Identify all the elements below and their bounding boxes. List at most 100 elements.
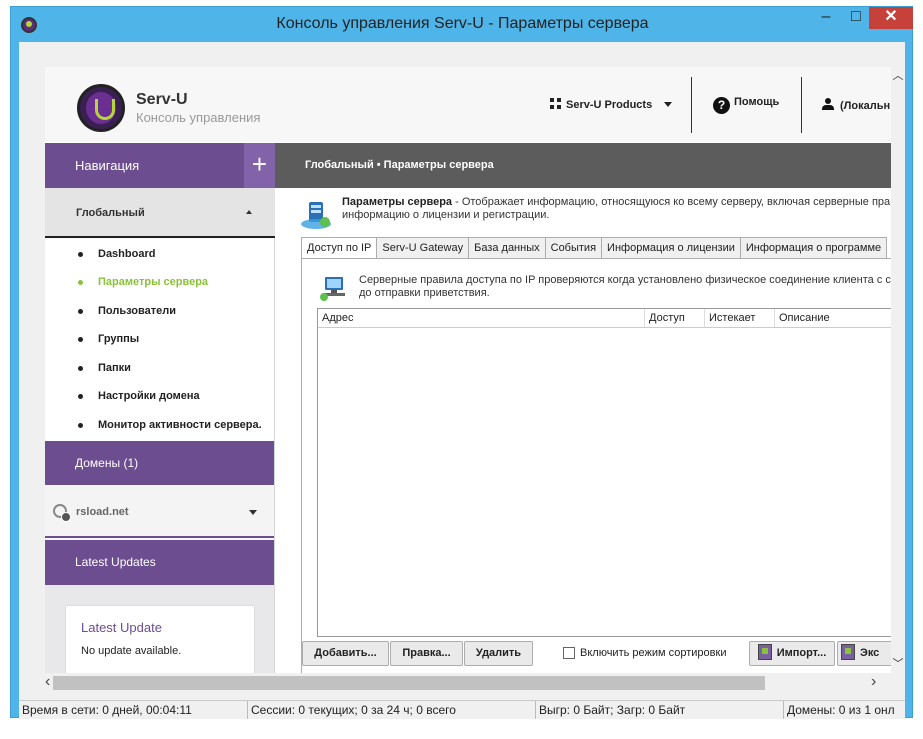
help-icon: ? — [713, 97, 730, 114]
brand-name: Serv-U — [136, 91, 188, 108]
tab-strip: Доступ по IP Serv-U Gateway База данных Соб… — [301, 237, 888, 260]
help-link[interactable]: ? Помощь — [713, 96, 779, 114]
status-uptime: Время в сети: 0 дней, 00:04:11 — [19, 701, 248, 719]
products-label: Serv-U Products — [566, 99, 653, 111]
header-separator — [691, 77, 692, 133]
products-menu[interactable]: Serv-U Products — [550, 98, 673, 111]
sidebar-item-users[interactable]: Пользователи — [98, 305, 176, 317]
tab-database[interactable]: База данных — [468, 237, 546, 259]
main-content: Параметры сервера - Отображает информаци… — [275, 188, 891, 673]
status-traffic: Выгр: 0 Байт; Загр: 0 Байт — [536, 701, 784, 719]
breadcrumb: Глобальный • Параметры сервера — [305, 159, 494, 171]
client-area: Serv-U Консоль управления Serv-U Product… — [19, 42, 905, 700]
ip-rules-description: Серверные правила доступа по IP проверяю… — [359, 274, 891, 300]
sidebar-item-server-settings[interactable]: Параметры сервера — [98, 276, 208, 288]
add-rule-button[interactable]: Добавить... — [302, 641, 389, 666]
horizontal-scrollbar[interactable]: ‹ › — [45, 673, 891, 693]
description-text: - Отображает информацию, относящуюся ко … — [452, 196, 891, 208]
update-card-title: Latest Update — [81, 620, 162, 635]
serv-u-logo-icon — [77, 84, 125, 132]
console-page: Serv-U Консоль управления Serv-U Product… — [45, 67, 891, 673]
tab-serv-u-gateway[interactable]: Serv-U Gateway — [376, 237, 470, 259]
bullet-icon — [78, 423, 83, 428]
title-bar[interactable]: Консоль управления Serv-U - Параметры се… — [11, 7, 914, 42]
update-card-text: No update available. — [81, 645, 182, 657]
scroll-down-icon[interactable]: ﹀ — [891, 655, 905, 671]
bullet-icon — [78, 337, 83, 342]
delete-rule-button[interactable]: Удалить — [464, 641, 533, 666]
tab-license-info[interactable]: Информация о лицензии — [601, 237, 741, 259]
sidebar-updates-header[interactable]: Latest Updates — [45, 540, 274, 585]
status-bar: Время в сети: 0 дней, 00:04:11 Сессии: 0… — [19, 700, 905, 719]
brand-subtitle: Консоль управления — [136, 110, 261, 125]
sidebar-section-label: Глобальный — [76, 207, 145, 219]
sidebar-item-folders[interactable]: Папки — [98, 362, 131, 374]
sort-mode-label: Включить режим сортировки — [580, 647, 727, 659]
update-card: Latest Update No update available. — [65, 605, 255, 673]
network-computer-icon — [320, 277, 345, 301]
column-description[interactable]: Описание — [775, 309, 891, 327]
ip-rules-description-line1: Серверные правила доступа по IP проверяю… — [359, 274, 891, 286]
app-window: Консоль управления Serv-U - Параметры се… — [10, 6, 914, 719]
sidebar-list: Dashboard Параметры сервера Пользователи… — [45, 239, 274, 441]
vertical-scrollbar[interactable]: ︿ ﹀ — [891, 67, 905, 673]
tab-about[interactable]: Информация о программе — [739, 237, 888, 259]
sidebar: Глобальный Dashboard Параметры сервера П… — [45, 188, 275, 673]
import-button[interactable]: Импорт... — [749, 641, 835, 666]
user-label: (Локальн — [840, 100, 891, 112]
sidebar-section-global[interactable]: Глобальный — [45, 188, 275, 238]
grid-icon — [550, 98, 561, 109]
sidebar-item-activity-monitor[interactable]: Монитор активности сервера. — [98, 419, 262, 431]
export-button[interactable]: Экс — [837, 641, 891, 666]
scroll-right-icon[interactable]: › — [871, 673, 876, 691]
user-icon — [822, 98, 834, 110]
globe-icon — [53, 504, 71, 522]
description-title: Параметры сервера — [342, 196, 453, 208]
sidebar-item-domain-settings[interactable]: Настройки домена — [98, 390, 200, 402]
updates-panel: Latest Update No update available. — [45, 585, 274, 673]
status-sessions: Сессии: 0 текущих; 0 за 24 ч; 0 всего — [248, 701, 536, 719]
caret-up-icon — [246, 210, 252, 214]
page-header: Serv-U Консоль управления Serv-U Product… — [45, 67, 891, 142]
domain-name: rsload.net — [76, 506, 129, 518]
ip-access-panel: Серверные правила доступа по IP проверяю… — [301, 258, 891, 673]
bullet-icon — [78, 252, 83, 257]
bullet-icon — [78, 280, 83, 285]
server-settings-icon — [301, 202, 331, 229]
bullet-icon — [78, 394, 83, 399]
bullet-icon — [78, 309, 83, 314]
edit-rule-button[interactable]: Правка... — [390, 641, 463, 666]
status-domains: Домены: 0 из 1 онл — [787, 703, 895, 717]
column-expires[interactable]: Истекает — [705, 309, 775, 327]
import-icon — [757, 644, 772, 660]
maximize-button[interactable]: □ — [841, 7, 871, 29]
column-address[interactable]: Адрес — [318, 309, 645, 327]
close-button[interactable]: ✕ — [869, 7, 913, 29]
tab-events[interactable]: События — [544, 237, 603, 259]
sidebar-domains-header[interactable]: Домены (1) — [45, 441, 274, 485]
domain-selector[interactable]: rsload.net — [45, 486, 274, 538]
window-title: Консоль управления Serv-U - Параметры се… — [276, 15, 649, 32]
bullet-icon — [78, 366, 83, 371]
server-settings-description: Параметры сервера - Отображает информаци… — [342, 196, 891, 222]
ip-rules-description-line2: до отправки приветствия. — [359, 287, 490, 299]
minimize-button[interactable]: – — [811, 7, 841, 29]
ip-rules-table[interactable]: Адрес Доступ Истекает Описание — [317, 308, 891, 637]
sidebar-item-dashboard[interactable]: Dashboard — [98, 248, 155, 260]
caret-down-icon — [249, 510, 257, 515]
scroll-left-icon[interactable]: ‹ — [45, 673, 50, 691]
nav-bar: Навигация + Глобальный • Параметры серве… — [45, 143, 891, 188]
scrollbar-thumb[interactable] — [53, 676, 765, 690]
navigation-title: Навигация — [45, 143, 244, 188]
scroll-up-icon[interactable]: ︿ — [891, 67, 905, 83]
user-menu[interactable]: (Локальн — [822, 98, 890, 112]
tab-ip-access[interactable]: Доступ по IP — [301, 237, 378, 260]
add-button[interactable]: + — [244, 143, 275, 188]
sidebar-item-groups[interactable]: Группы — [98, 333, 139, 345]
caret-down-icon — [664, 102, 673, 107]
sort-mode-checkbox[interactable] — [563, 647, 575, 659]
table-header: Адрес Доступ Истекает Описание — [318, 309, 891, 328]
column-access[interactable]: Доступ — [645, 309, 705, 327]
header-separator — [801, 77, 802, 133]
export-icon — [841, 644, 855, 660]
